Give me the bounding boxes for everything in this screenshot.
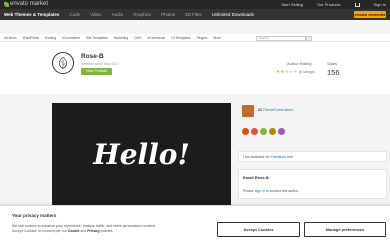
- manage-preferences-button[interactable]: Manage preferences: [304, 222, 386, 237]
- leaf-logo-icon: [58, 56, 68, 70]
- sales-label: Sales: [327, 61, 338, 66]
- category-item[interactable]: eCommerce: [147, 34, 165, 42]
- member-since: Member since May 2017: [81, 62, 120, 66]
- search-input[interactable]: Search: [256, 35, 306, 41]
- category-item[interactable]: Hosting: [45, 34, 56, 42]
- category-item[interactable]: CMS: [134, 34, 141, 42]
- email-title: Email Rose-B: [243, 175, 269, 180]
- themeforest-items-link[interactable]: ThemeForest items: [263, 108, 293, 112]
- rating-stars: ★★★★★: [276, 69, 298, 75]
- category-item[interactable]: More: [213, 34, 221, 42]
- privacy-policy-link[interactable]: Privacy: [87, 229, 99, 233]
- main-nav: Web Themes & Templates Code Video Audio …: [0, 9, 390, 20]
- view-portfolio-button[interactable]: View Portfolio: [81, 68, 112, 75]
- top-links: Start Selling Our Products Sign In: [281, 1, 386, 8]
- category-item[interactable]: Site Templates: [86, 34, 108, 42]
- category-item[interactable]: All Items: [4, 34, 17, 42]
- category-item[interactable]: Plugins: [197, 34, 208, 42]
- author-badge-icon[interactable]: [242, 128, 249, 135]
- nav-graphics[interactable]: Graphics: [133, 9, 151, 20]
- nav-code[interactable]: Code: [69, 9, 80, 20]
- envato-leaf-icon: [4, 2, 9, 7]
- start-selling-link[interactable]: Start Selling: [281, 1, 303, 8]
- sign-in-link[interactable]: sign in: [255, 189, 265, 193]
- category-item[interactable]: Marketing: [114, 34, 128, 42]
- cookie-banner: Your privacy matters We use cookies to e…: [0, 205, 390, 240]
- profile-header: Rose-B Member since May 2017 View Portfo…: [0, 42, 390, 136]
- logo-product: market: [29, 1, 49, 7]
- nav-photos[interactable]: Photos: [161, 9, 175, 20]
- nav-audio[interactable]: Audio: [112, 9, 124, 20]
- avatar[interactable]: [52, 52, 74, 74]
- sign-in-link[interactable]: Sign In: [374, 1, 386, 8]
- nav-video[interactable]: Video: [90, 9, 101, 20]
- email-author-box: Email Rose-B Please sign in to contact t…: [238, 169, 387, 199]
- rating-count: (8 ratings): [299, 70, 315, 74]
- search-button[interactable]: [306, 35, 312, 41]
- our-products-link[interactable]: Our Products: [317, 1, 341, 8]
- category-item[interactable]: WordPress: [23, 34, 39, 42]
- star-icon: ★: [293, 69, 298, 74]
- accept-cookies-button[interactable]: Accept Cookies: [217, 222, 300, 237]
- author-badge-icon[interactable]: [278, 128, 285, 135]
- cookie-title: Your privacy matters: [12, 213, 57, 218]
- envato-market-logo[interactable]: envato market: [4, 1, 48, 8]
- cookie-text: We use cookies to enhance your experienc…: [12, 224, 156, 233]
- banner-text: Hello!: [93, 137, 190, 171]
- author-items-summary: 21 ThemeForest items: [258, 108, 293, 112]
- cart-icon[interactable]: [354, 2, 360, 7]
- envato-elements-badge[interactable]: envato elements: [354, 11, 386, 18]
- freelance-box: I am available for Freelance hire: [238, 151, 387, 162]
- nav-3d-files[interactable]: 3D Files: [185, 9, 202, 20]
- author-name: Rose-B: [81, 53, 104, 60]
- author-badge-icon[interactable]: [251, 128, 258, 135]
- author-rating-label: Author Rating: [287, 61, 312, 66]
- nav-web-themes[interactable]: Web Themes & Templates: [4, 9, 59, 20]
- top-bar: envato market Start Selling Our Products…: [0, 0, 390, 9]
- category-item[interactable]: eCommerce: [62, 34, 80, 42]
- sales-value: 156: [327, 68, 340, 77]
- category-bar: All Items WordPress Hosting eCommerce Si…: [0, 34, 390, 42]
- logo-brand: envato: [10, 1, 29, 7]
- author-badges: [242, 128, 285, 135]
- author-badge-icon[interactable]: [269, 128, 276, 135]
- category-item[interactable]: UI Templates: [171, 34, 190, 42]
- themeforest-icon: [242, 105, 254, 117]
- cookie-policy-link[interactable]: Cookie: [68, 229, 80, 233]
- freelance-link[interactable]: Freelance: [271, 155, 287, 159]
- author-badge-icon[interactable]: [260, 128, 267, 135]
- profile-banner: Hello!: [52, 103, 231, 205]
- nav-unlimited-downloads[interactable]: Unlimited Downloads: [212, 9, 254, 20]
